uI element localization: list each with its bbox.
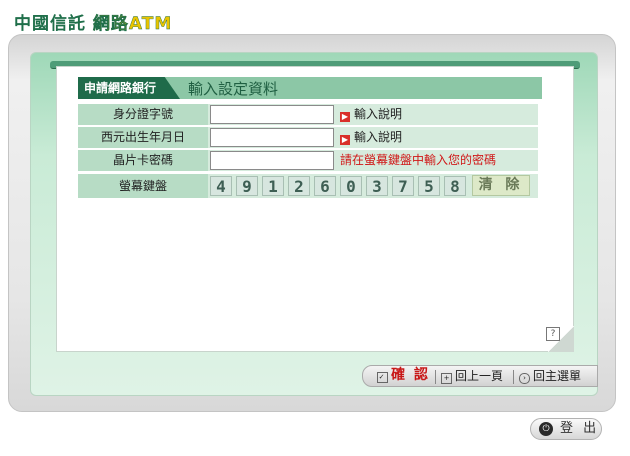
keypad-key[interactable]: 0 [340,176,362,196]
logo-brand: 中國信託 [14,14,86,34]
keypad-key[interactable]: 9 [236,176,258,196]
id-number-label: 身分證字號 [78,104,208,125]
main-menu-circle-icon: › [519,373,530,384]
page-title: 輸入設定資料 [188,80,279,98]
logout-label: 登 出 [560,421,600,436]
confirm-button[interactable]: ✓ 確 認 [377,367,430,383]
atm-logo: 中國信託 網路ATM [14,9,172,34]
section-tab: 申請網路銀行 [78,77,180,99]
keypad-key[interactable]: 5 [418,176,440,196]
pin-label: 晶片卡密碼 [78,150,208,171]
row-keypad: 螢幕鍵盤 4 9 1 2 6 0 3 7 5 8 清 除 [78,174,538,198]
main-menu-button[interactable]: › 回主選單 [519,368,581,384]
birthdate-input[interactable] [210,128,334,147]
help-icon[interactable]: ? [546,327,560,341]
birthdate-label: 西元出生年月日 [78,127,208,148]
keypad-key[interactable]: 2 [288,176,310,196]
birthdate-help-link[interactable]: ▶ 輸入說明 [340,130,402,145]
id-help-label: 輸入說明 [354,107,403,121]
divider [435,370,436,384]
checkbox-icon: ✓ [377,372,388,383]
keypad-label: 螢幕鍵盤 [78,174,208,198]
keypad-key[interactable]: 6 [314,176,336,196]
logout-button[interactable]: ⏻ 登 出 [530,418,602,440]
row-id-number: 身分證字號 ▶ 輸入說明 [78,104,538,125]
row-pin: 晶片卡密碼 請在螢幕鍵盤中輸入您的密碼 [78,150,538,171]
birthdate-help-label: 輸入說明 [354,130,403,144]
keypad-key[interactable]: 4 [210,176,232,196]
back-label: 回上一頁 [455,369,504,383]
power-icon: ⏻ [539,422,553,436]
confirm-label: 確 認 [391,367,430,383]
id-number-input[interactable] [210,105,334,124]
arrow-right-icon: ▶ [340,112,350,122]
main-menu-label: 回主選單 [533,369,582,383]
logo-product: 網路ATM [92,14,173,34]
id-help-link[interactable]: ▶ 輸入說明 [340,107,402,122]
pin-hint: 請在螢幕鍵盤中輸入您的密碼 [340,153,497,167]
keypad-key[interactable]: 1 [262,176,284,196]
arrow-right-icon: ▶ [340,135,350,145]
back-button[interactable]: + 回上一頁 [441,368,503,384]
action-bar: ✓ 確 認 + 回上一頁 › 回主選單 [362,365,598,387]
keypad-key[interactable]: 8 [444,176,466,196]
pin-input[interactable] [210,151,334,170]
keypad-key[interactable]: 7 [392,176,414,196]
keypad-clear-button[interactable]: 清 除 [472,175,530,196]
keypad-key[interactable]: 3 [366,176,388,196]
divider [513,370,514,384]
back-square-icon: + [441,373,452,384]
row-birthdate: 西元出生年月日 ▶ 輸入說明 [78,127,538,148]
